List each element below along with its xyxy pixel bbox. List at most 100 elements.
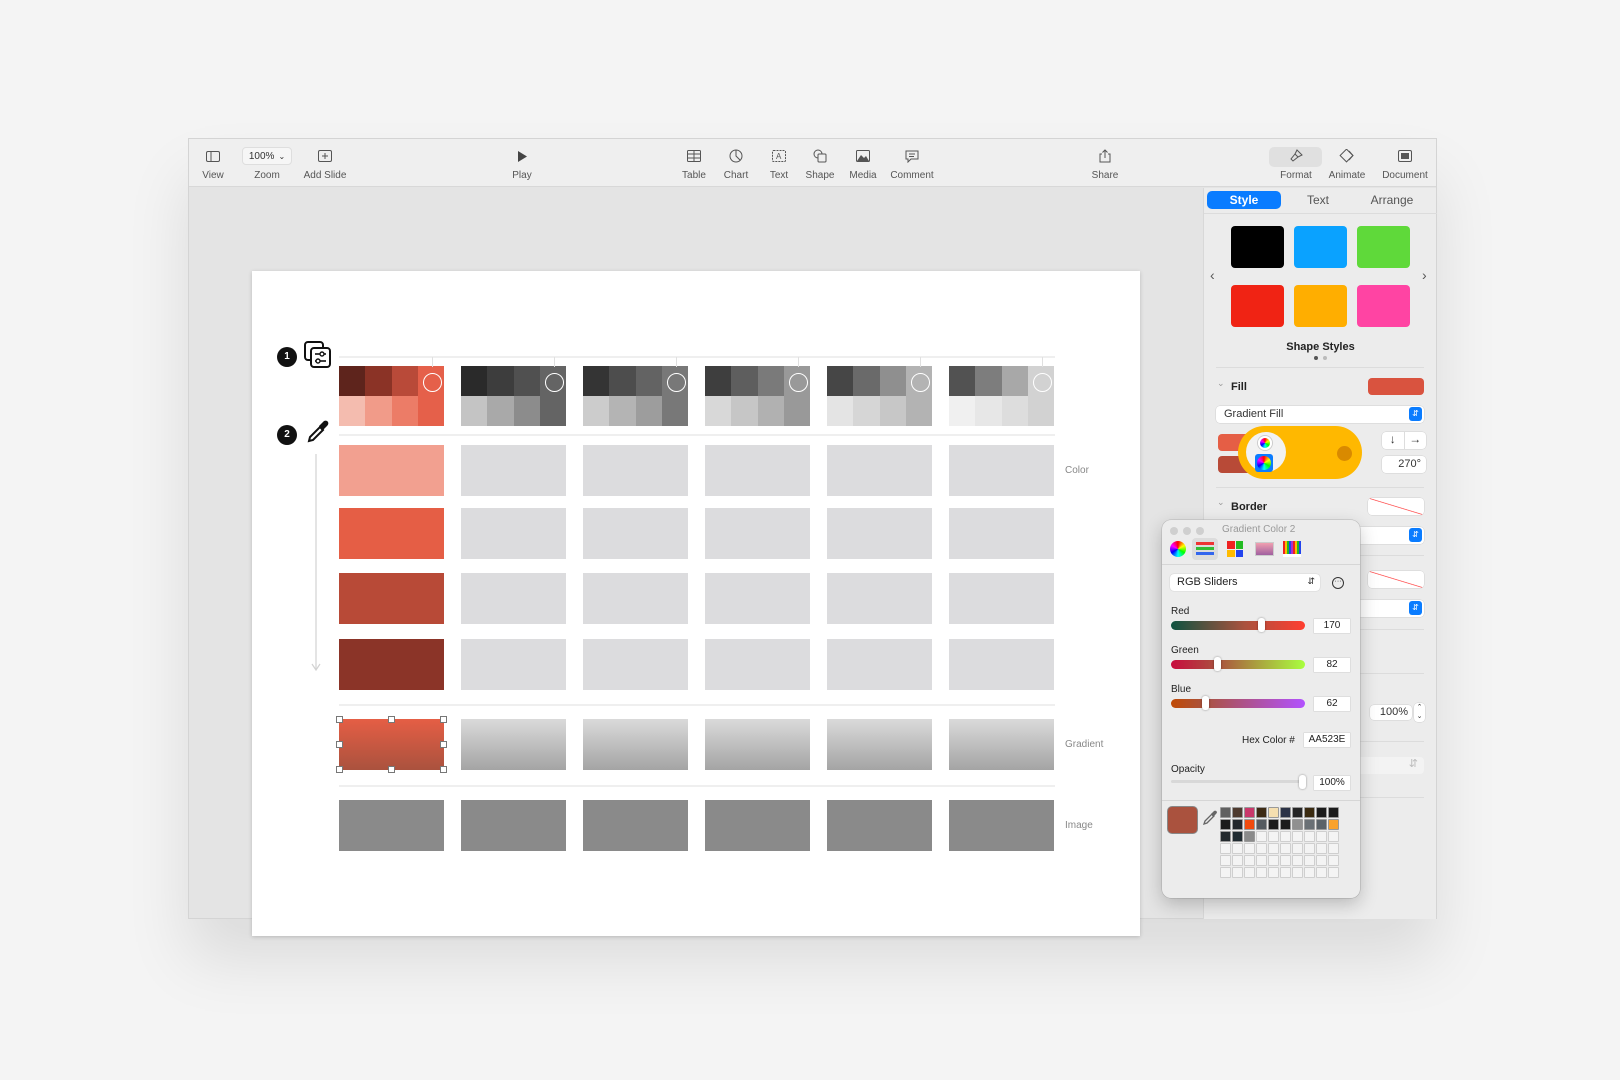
- palette-cell[interactable]: [975, 396, 1002, 426]
- palette-cell[interactable]: [365, 396, 392, 426]
- selection-handle[interactable]: [440, 716, 447, 723]
- swatch-cell[interactable]: [1292, 867, 1303, 878]
- palette-cell[interactable]: [705, 396, 732, 426]
- table-button[interactable]: Table: [679, 147, 709, 181]
- media-button[interactable]: Media: [846, 147, 880, 181]
- selection-handle[interactable]: [336, 741, 343, 748]
- red-slider[interactable]: [1171, 618, 1305, 632]
- swatch-cell[interactable]: [1304, 819, 1315, 830]
- palette-cell[interactable]: [391, 366, 418, 396]
- swatch-cell[interactable]: [1280, 819, 1291, 830]
- swatch-cell[interactable]: [1292, 831, 1303, 842]
- swatch-cell[interactable]: [1244, 867, 1255, 878]
- palette-cell[interactable]: [513, 396, 540, 426]
- swatch-cell[interactable]: [1220, 807, 1231, 818]
- blue-slider[interactable]: [1171, 696, 1305, 710]
- palette-cell[interactable]: [757, 366, 784, 396]
- palette-cell[interactable]: [731, 366, 758, 396]
- swatch-cell[interactable]: [1232, 819, 1243, 830]
- selection-handle[interactable]: [336, 766, 343, 773]
- swatch-cell[interactable]: [1232, 843, 1243, 854]
- selection-handle[interactable]: [336, 716, 343, 723]
- shape-style-swatch[interactable]: [1357, 285, 1410, 327]
- color-swatch[interactable]: [339, 445, 444, 496]
- placeholder-tile[interactable]: [705, 639, 810, 690]
- palette-cell[interactable]: [879, 366, 906, 396]
- palette-cell[interactable]: [609, 396, 636, 426]
- placeholder-tile[interactable]: [461, 508, 566, 559]
- palette-cell[interactable]: [635, 366, 662, 396]
- swatch-cell[interactable]: [1328, 855, 1339, 866]
- swatch-cell[interactable]: [1328, 843, 1339, 854]
- swatch-cell[interactable]: [1328, 819, 1339, 830]
- palette-cell[interactable]: [513, 366, 540, 396]
- placeholder-tile[interactable]: [583, 639, 688, 690]
- palettes-tab-icon[interactable]: [1227, 541, 1243, 557]
- image-tile[interactable]: [583, 800, 688, 851]
- swatch-cell[interactable]: [1256, 843, 1267, 854]
- swatch-cell[interactable]: [1244, 807, 1255, 818]
- shape-style-swatch[interactable]: [1294, 226, 1347, 268]
- chevron-right-icon[interactable]: ›: [1422, 267, 1427, 283]
- eyedropper-icon[interactable]: [1202, 810, 1218, 826]
- shape-button[interactable]: Shape: [803, 147, 837, 181]
- palette-cell[interactable]: [905, 396, 932, 426]
- chart-button[interactable]: Chart: [721, 147, 751, 181]
- shape-style-swatch[interactable]: [1294, 285, 1347, 327]
- format-button[interactable]: Format: [1275, 147, 1317, 181]
- fill-type-select[interactable]: Gradient Fill: [1216, 406, 1424, 423]
- swatch-cell[interactable]: [1256, 831, 1267, 842]
- color-wheel-button-1[interactable]: [1258, 436, 1272, 450]
- red-value[interactable]: 170: [1314, 619, 1350, 633]
- palette-cell[interactable]: [783, 396, 810, 426]
- gradient-tile[interactable]: [461, 719, 566, 770]
- placeholder-tile[interactable]: [827, 508, 932, 559]
- placeholder-tile[interactable]: [827, 573, 932, 624]
- swatch-cell[interactable]: [1304, 843, 1315, 854]
- pencils-tab-icon[interactable]: [1283, 541, 1301, 557]
- hex-field[interactable]: AA523E: [1304, 733, 1350, 747]
- palette-cell[interactable]: [539, 396, 566, 426]
- flip-horizontal-icon[interactable]: →: [1403, 432, 1427, 449]
- palette-cell[interactable]: [583, 396, 610, 426]
- color-wheel-button-2-active[interactable]: [1255, 454, 1273, 472]
- swatch-cell[interactable]: [1316, 819, 1327, 830]
- palette-cell[interactable]: [705, 366, 732, 396]
- fill-color-well[interactable]: [1368, 378, 1424, 395]
- image-tile[interactable]: [949, 800, 1054, 851]
- green-value[interactable]: 82: [1314, 658, 1350, 672]
- swatch-cell[interactable]: [1316, 831, 1327, 842]
- share-button[interactable]: Share: [1090, 147, 1120, 181]
- text-button[interactable]: A Text: [764, 147, 794, 181]
- swatch-cell[interactable]: [1304, 807, 1315, 818]
- opacity-slider[interactable]: [1171, 775, 1306, 789]
- palette-cell[interactable]: [487, 366, 514, 396]
- image-tile[interactable]: [827, 800, 932, 851]
- placeholder-tile[interactable]: [705, 573, 810, 624]
- placeholder-tile[interactable]: [705, 445, 810, 496]
- fill-disclosure-icon[interactable]: ⌄: [1217, 378, 1225, 389]
- view-button[interactable]: View: [197, 147, 229, 181]
- swatch-cell[interactable]: [1256, 855, 1267, 866]
- palette-cell[interactable]: [391, 396, 418, 426]
- placeholder-tile[interactable]: [461, 573, 566, 624]
- swatch-cell[interactable]: [1232, 855, 1243, 866]
- swatch-cell[interactable]: [1316, 807, 1327, 818]
- palette-cell[interactable]: [827, 396, 854, 426]
- tab-text[interactable]: Text: [1281, 191, 1355, 209]
- border-disclosure-icon[interactable]: ⌄: [1217, 497, 1225, 508]
- selected-gradient-shape[interactable]: [339, 719, 444, 770]
- swatch-cell[interactable]: [1316, 867, 1327, 878]
- tab-arrange[interactable]: Arrange: [1355, 191, 1429, 209]
- swatch-cell[interactable]: [1316, 855, 1327, 866]
- palette-cell[interactable]: [853, 366, 880, 396]
- swatch-cell[interactable]: [1316, 843, 1327, 854]
- opacity-field[interactable]: 100%: [1314, 776, 1350, 790]
- swatch-cell[interactable]: [1220, 831, 1231, 842]
- swatch-cell[interactable]: [1304, 855, 1315, 866]
- sliders-tab-icon[interactable]: [1192, 538, 1218, 560]
- shape-style-swatch[interactable]: [1231, 226, 1284, 268]
- flip-vertical-icon[interactable]: ↓: [1382, 432, 1404, 449]
- swatch-cell[interactable]: [1268, 855, 1279, 866]
- palette-cell[interactable]: [339, 366, 366, 396]
